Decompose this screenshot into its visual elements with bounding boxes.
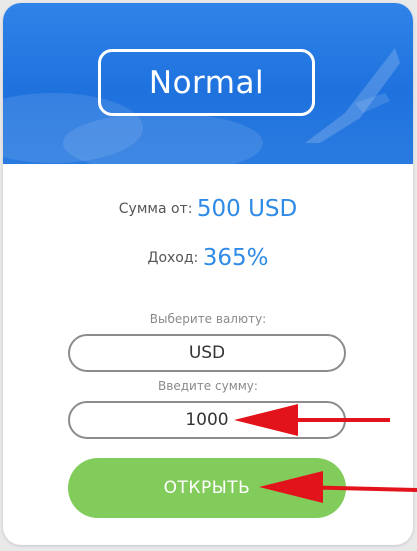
arrow-icon (259, 471, 417, 503)
income-value: 365% (202, 245, 269, 271)
page: Normal Сумма от: 500 USD Доход: 365% Выб… (0, 0, 417, 551)
min-amount-value: 500 USD (196, 196, 298, 222)
plan-title: Normal (98, 49, 315, 116)
arrow-icon (234, 404, 390, 436)
cloud-shape (63, 113, 263, 164)
plan-card: Normal Сумма от: 500 USD Доход: 365% Выб… (3, 3, 413, 545)
amount-label: Введите сумму: (158, 379, 258, 393)
currency-select[interactable]: USD (68, 334, 346, 372)
min-amount-row: Сумма от: 500 USD (3, 196, 413, 222)
income-row: Доход: 365% (3, 245, 413, 271)
min-amount-label: Сумма от: (118, 201, 193, 217)
currency-label: Выберите валюту: (149, 312, 267, 326)
income-label: Доход: (147, 250, 199, 266)
plan-header-image: Normal (3, 3, 413, 164)
